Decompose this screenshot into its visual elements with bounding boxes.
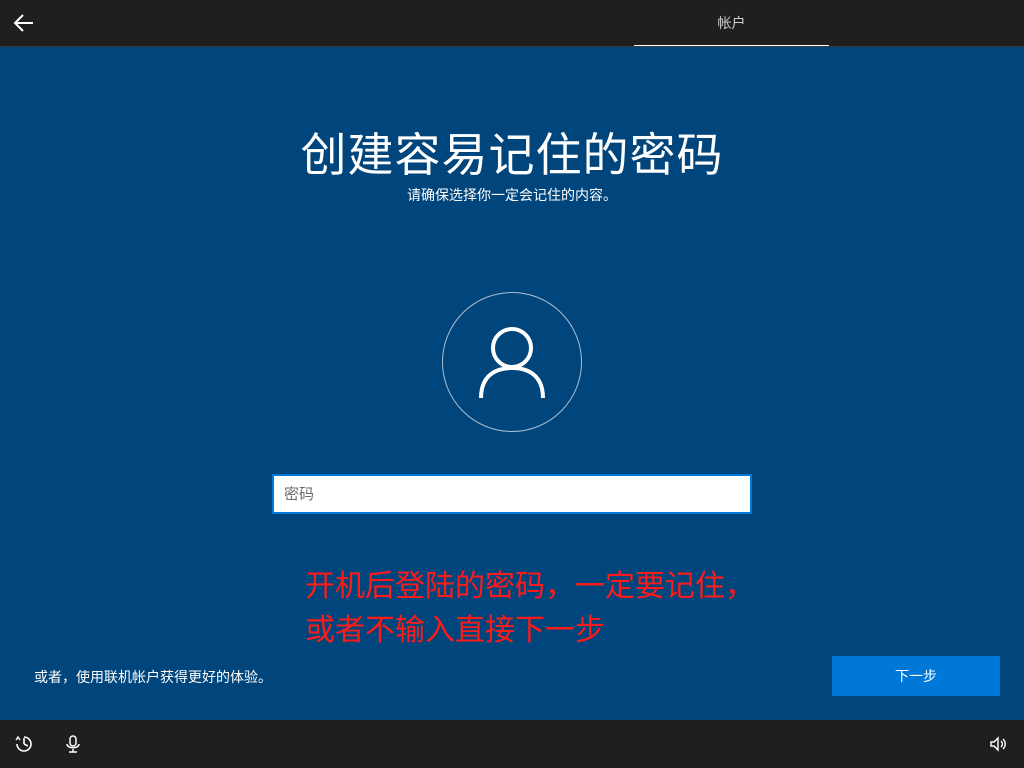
tab-account[interactable]: 帐户: [634, 0, 829, 47]
volume-icon: [990, 736, 1006, 752]
avatar: [442, 292, 582, 432]
back-button[interactable]: [10, 9, 38, 37]
volume-button[interactable]: [986, 732, 1010, 756]
back-arrow-icon: [13, 14, 33, 32]
page-title: 创建容易记住的密码: [300, 128, 724, 182]
ease-of-access-button[interactable]: [12, 732, 36, 756]
microphone-icon: [66, 735, 80, 753]
page-subtitle: 请确保选择你一定会记住的内容。: [407, 188, 617, 204]
main-panel: 创建容易记住的密码 请确保选择你一定会记住的内容。 开机后登陆的密码，一定要记住…: [0, 47, 1024, 720]
online-account-link[interactable]: 或者，使用联机帐户获得更好的体验。: [34, 667, 272, 687]
next-button[interactable]: 下一步: [832, 656, 1000, 696]
ease-of-access-icon: [15, 735, 32, 752]
bottom-bar: [0, 720, 1024, 768]
annotation-line-2: 或者不输入直接下一步: [305, 613, 605, 648]
user-icon: [479, 327, 545, 399]
password-input[interactable]: [272, 474, 752, 514]
top-bar: 帐户: [0, 0, 1024, 47]
microphone-button[interactable]: [61, 732, 85, 756]
annotation-line-1: 开机后登陆的密码，一定要记住，: [305, 569, 755, 604]
annotation-text: 开机后登陆的密码，一定要记住， 或者不输入直接下一步: [305, 565, 865, 653]
